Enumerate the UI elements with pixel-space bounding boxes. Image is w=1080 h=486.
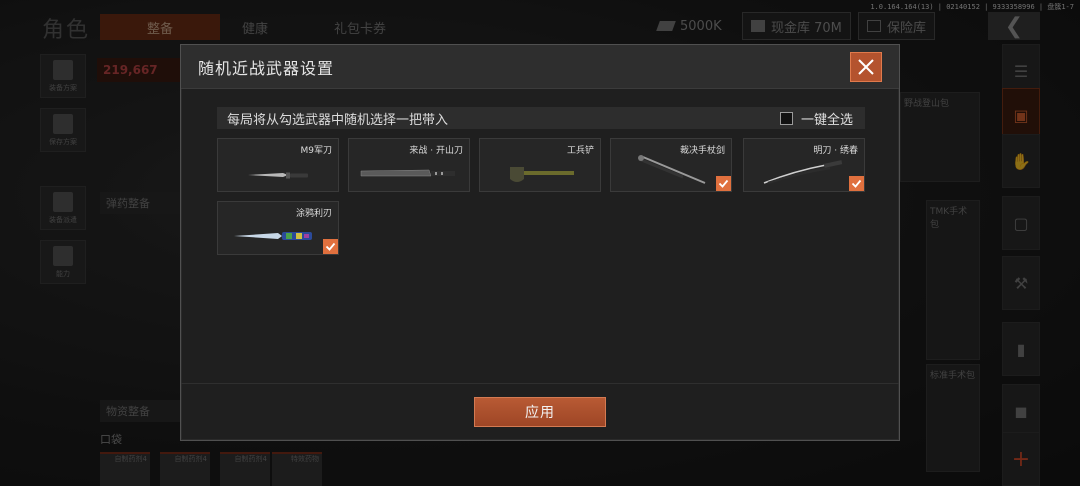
select-all-toggle[interactable]: 一键全选 [779,107,865,129]
checkmark-icon [718,179,729,188]
katana-icon [763,160,843,185]
weapon-card-katana[interactable]: 明刀 · 绣春 [743,138,865,192]
melee-weapon-dialog: 随机近战武器设置 每局将从勾选武器中随机选择一把带入 一键全选 M9军刀 来战 [180,44,900,441]
graffiti-blade-icon [234,232,312,240]
machete-icon [360,169,455,177]
checkbox-checked[interactable] [849,176,864,191]
apply-button[interactable]: 应用 [474,397,606,427]
weapon-card-shovel[interactable]: 工兵铲 [479,138,601,192]
checkmark-icon [851,179,862,188]
cane-sword-icon [638,155,706,184]
checkbox-checked[interactable] [716,176,731,191]
weapon-card-graffiti-blade[interactable]: 涂鸦利刃 [217,201,339,255]
info-bar: 每局将从勾选武器中随机选择一把带入 一键全选 [217,107,865,129]
knife-icon [248,172,308,179]
weapon-card-machete[interactable]: 来战 · 开山刀 [348,138,470,192]
select-all-checkbox[interactable] [779,111,793,125]
checkbox-checked[interactable] [323,239,338,254]
dialog-header: 随机近战武器设置 [181,45,899,89]
close-button[interactable] [850,52,882,82]
close-icon [858,59,874,75]
weapon-card-cane-sword[interactable]: 裁决手杖剑 [610,138,732,192]
select-all-label: 一键全选 [800,112,853,128]
shovel-icon [510,167,574,182]
weapon-card-m9[interactable]: M9军刀 [217,138,339,192]
dialog-title: 随机近战武器设置 [198,58,335,78]
footer-divider [181,383,899,384]
info-text: 每局将从勾选武器中随机选择一把带入 [227,112,449,128]
checkmark-icon [325,242,336,251]
